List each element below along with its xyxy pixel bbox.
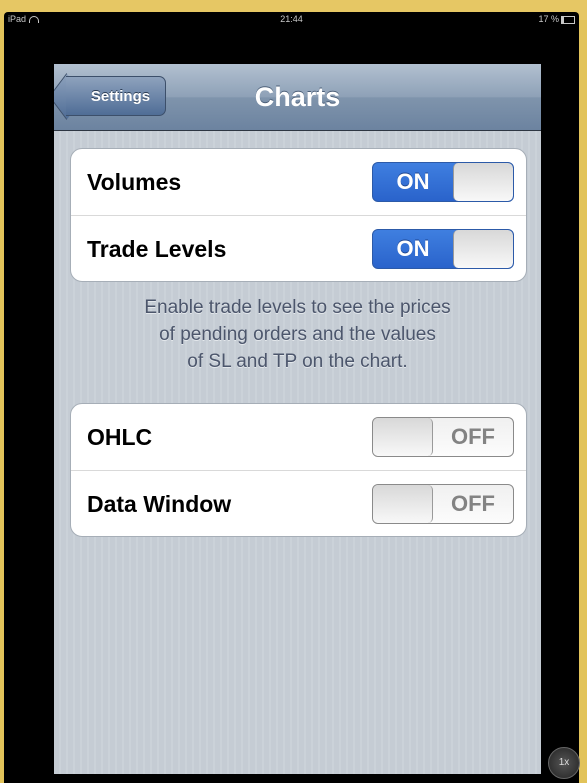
toggle-state-text: OFF [451,491,495,516]
settings-group-primary: Volumes ON Trade Levels ON [70,148,527,282]
toggle-knob [453,230,513,268]
navigation-bar: Settings Charts [54,64,541,131]
row-volumes: Volumes ON [71,149,526,215]
back-button-area: Settings [54,64,194,130]
settings-back-button[interactable]: Settings [66,76,166,116]
toggle-state-text: ON [396,236,430,261]
zoom-1x-button[interactable]: 1x [548,747,580,779]
row-trade-levels: Trade Levels ON [71,215,526,282]
footer-line-3: of SL and TP on the chart. [187,351,408,372]
row-label-data-window: Data Window [87,491,232,517]
trade-levels-toggle[interactable]: ON [372,229,514,269]
toggle-knob [453,163,513,201]
toggle-knob [373,418,433,456]
row-ohlc: OHLC OFF [71,404,526,470]
data-window-toggle[interactable]: OFF [372,484,514,524]
app-screen: Settings Charts Volumes ON Trade Levels … [54,64,541,774]
status-time: 21:44 [280,14,303,24]
toggle-state-text: ON [396,169,430,194]
footer-line-1: Enable trade levels to see the prices [144,297,451,318]
back-button-label: Settings [90,88,151,105]
ipad-frame: iPad 21:44 17 % Settings Charts Volumes … [4,12,579,783]
volumes-toggle[interactable]: ON [372,162,514,202]
row-label-trade-levels: Trade Levels [87,236,227,262]
toggle-state-text: OFF [451,424,495,449]
battery-icon [561,15,575,24]
status-bar: iPad 21:44 17 % [4,12,579,26]
settings-group-secondary: OHLC OFF Data Window OFF [70,403,527,537]
row-data-window: Data Window OFF [71,470,526,537]
status-battery: 17 % [538,12,575,26]
trade-levels-footer-note: Enable trade levels to see the prices of… [74,294,521,375]
footer-line-2: of pending orders and the values [159,324,436,345]
row-label-volumes: Volumes [87,169,182,195]
toggle-knob [373,485,433,523]
battery-percent: 17 % [538,14,559,24]
row-label-ohlc: OHLC [87,424,153,450]
ohlc-toggle[interactable]: OFF [372,417,514,457]
